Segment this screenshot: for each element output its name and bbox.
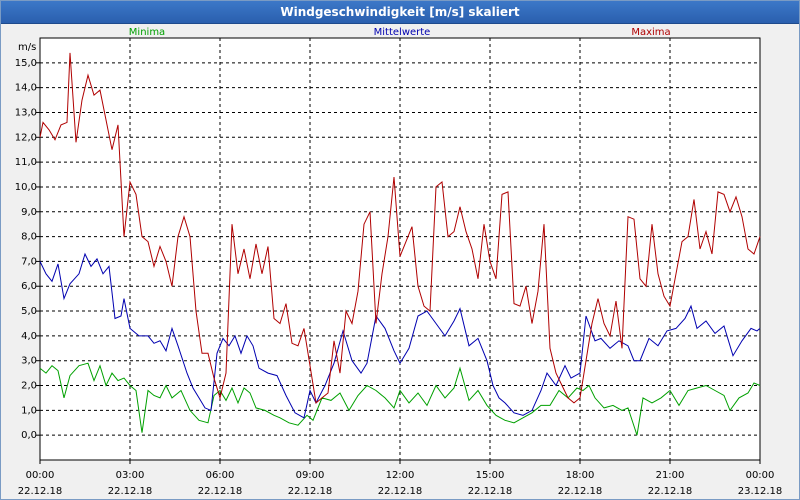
x-tick-time: 00:00 (746, 470, 775, 481)
y-tick-label: 10,0 (15, 182, 37, 193)
x-tick-date: 22.12.18 (18, 486, 63, 497)
y-tick-label: 8,0 (21, 232, 37, 243)
x-tick-time: 18:00 (566, 470, 595, 481)
y-tick-label: 0,0 (21, 430, 37, 441)
y-tick-label: 2,0 (21, 381, 37, 392)
y-tick-label: 4,0 (21, 331, 37, 342)
y-axis-label: m/s (18, 42, 36, 53)
x-tick-date: 22.12.18 (558, 486, 603, 497)
legend-entry-minima: Minima (129, 27, 165, 38)
y-tick-label: 7,0 (21, 256, 37, 267)
legend-entry-mittelwerte: Mittelwerte (374, 27, 431, 38)
x-tick-date: 22.12.18 (648, 486, 693, 497)
y-tick-label: 12,0 (15, 132, 37, 143)
x-tick-date: 22.12.18 (198, 486, 243, 497)
x-axis: 00:00 22.12.18 03:00 22.12.18 06:00 22.12.18 0… (18, 460, 783, 497)
x-tick-date: 22.12.18 (378, 486, 423, 497)
x-tick-time: 12:00 (386, 470, 415, 481)
y-axis: 0,0 1,0 2,0 3,0 4,0 5,0 6,0 7,0 8,0 9,0 10,0 11,0 12… (15, 58, 40, 441)
legend: Minima Mittelwerte Maxima (129, 27, 671, 38)
legend-entry-maxima: Maxima (631, 27, 670, 38)
y-tick-label: 13,0 (15, 107, 37, 118)
y-tick-label: 15,0 (15, 58, 37, 69)
x-tick-time: 03:00 (116, 470, 145, 481)
y-tick-label: 14,0 (15, 83, 37, 94)
x-tick-date: 22.12.18 (468, 486, 513, 497)
x-tick-date: 22.12.18 (108, 486, 153, 497)
line-chart: 0,0 1,0 2,0 3,0 4,0 5,0 6,0 7,0 8,0 9,0 10,0 11,0 12… (15, 27, 783, 497)
y-tick-label: 1,0 (21, 405, 37, 416)
y-tick-label: 9,0 (21, 207, 37, 218)
y-tick-label: 11,0 (15, 157, 37, 168)
x-tick-time: 09:00 (296, 470, 325, 481)
x-tick-time: 00:00 (26, 470, 55, 481)
y-tick-label: 5,0 (21, 306, 37, 317)
x-tick-time: 15:00 (476, 470, 505, 481)
y-tick-label: 3,0 (21, 356, 37, 367)
x-tick-date: 23.12.18 (738, 486, 783, 497)
y-tick-label: 6,0 (21, 281, 37, 292)
x-tick-date: 22.12.18 (288, 486, 333, 497)
x-tick-time: 06:00 (206, 470, 235, 481)
x-tick-time: 21:00 (656, 470, 685, 481)
